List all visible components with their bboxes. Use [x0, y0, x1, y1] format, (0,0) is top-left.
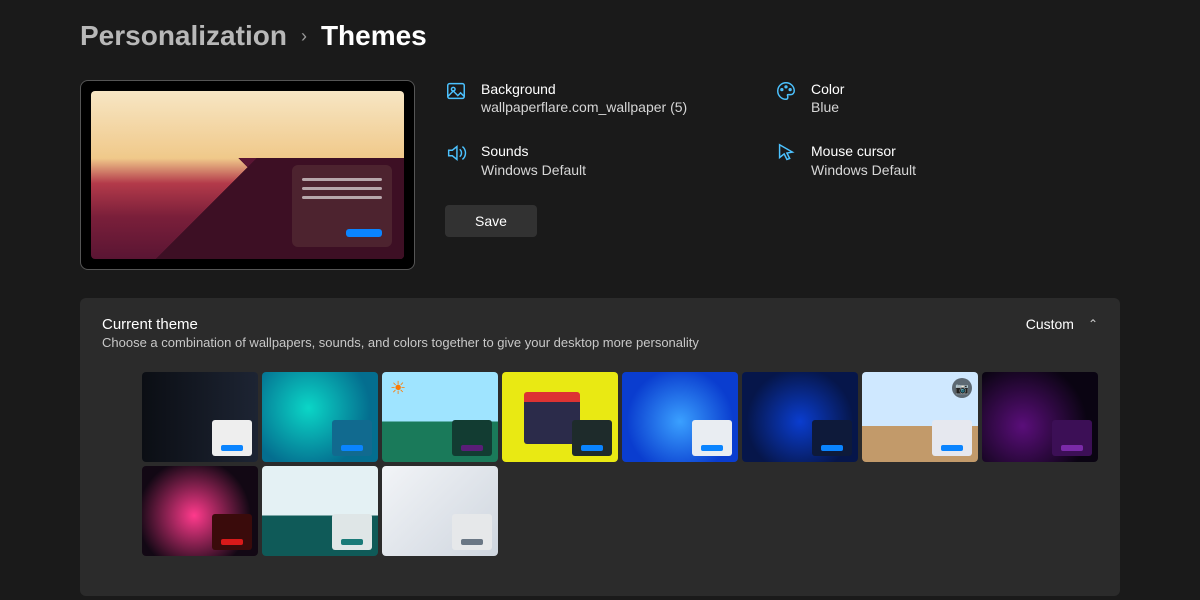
theme-tile[interactable] — [262, 466, 378, 556]
chevron-up-icon: ⌃ — [1088, 317, 1098, 331]
theme-preview — [80, 80, 415, 270]
theme-tile-accent — [461, 445, 483, 451]
chevron-right-icon: › — [301, 26, 307, 47]
property-sounds-title: Sounds — [481, 142, 586, 160]
breadcrumb-current: Themes — [321, 20, 427, 52]
theme-tile-swatch — [332, 514, 372, 550]
theme-tile-accent — [341, 539, 363, 545]
theme-preview-wallpaper — [91, 91, 404, 259]
theme-tile[interactable] — [262, 372, 378, 462]
property-background-value: wallpaperflare.com_wallpaper (5) — [481, 98, 687, 116]
theme-tile-swatch — [932, 420, 972, 456]
theme-tile-accent — [821, 445, 843, 451]
theme-tile-accent — [221, 539, 243, 545]
theme-tile-swatch — [692, 420, 732, 456]
current-theme-heading: Current theme — [102, 316, 699, 333]
theme-tile-swatch — [212, 420, 252, 456]
themes-grid: 📷 — [102, 372, 1098, 556]
theme-tile-swatch — [332, 420, 372, 456]
theme-tile[interactable] — [142, 372, 258, 462]
theme-tile[interactable]: 📷 — [862, 372, 978, 462]
property-color-value: Blue — [811, 98, 844, 116]
theme-tile-accent — [941, 445, 963, 451]
theme-tile[interactable] — [382, 466, 498, 556]
theme-tile-swatch — [452, 514, 492, 550]
picture-icon — [445, 80, 467, 102]
breadcrumb: Personalization › Themes — [80, 20, 1120, 52]
theme-tile-swatch — [572, 420, 612, 456]
theme-tile[interactable] — [742, 372, 858, 462]
save-button[interactable]: Save — [445, 205, 537, 237]
theme-tile-accent — [1061, 445, 1083, 451]
theme-tile[interactable] — [622, 372, 738, 462]
theme-tile[interactable] — [382, 372, 498, 462]
theme-tile-accent — [581, 445, 603, 451]
theme-tile-accent — [461, 539, 483, 545]
property-background-title: Background — [481, 80, 687, 98]
cursor-icon — [775, 142, 797, 164]
current-theme-subheading: Choose a combination of wallpapers, soun… — [102, 335, 699, 350]
current-theme-status: Custom — [1026, 316, 1074, 332]
property-sounds[interactable]: Sounds Windows Default — [445, 142, 745, 178]
property-sounds-value: Windows Default — [481, 161, 586, 179]
theme-tile[interactable] — [142, 466, 258, 556]
theme-tile-accent — [221, 445, 243, 451]
property-background[interactable]: Background wallpaperflare.com_wallpaper … — [445, 80, 745, 116]
current-theme-card: Current theme Choose a combination of wa… — [80, 298, 1120, 596]
palette-icon — [775, 80, 797, 102]
property-color[interactable]: Color Blue — [775, 80, 1035, 116]
theme-tile-accent — [341, 445, 363, 451]
property-cursor[interactable]: Mouse cursor Windows Default — [775, 142, 1035, 178]
theme-tile-swatch — [452, 420, 492, 456]
theme-tile-swatch — [812, 420, 852, 456]
theme-tile[interactable] — [502, 372, 618, 462]
camera-icon: 📷 — [952, 378, 972, 398]
speaker-icon — [445, 142, 467, 164]
theme-tile-accent — [701, 445, 723, 451]
theme-preview-accent — [346, 229, 382, 237]
current-theme-expander[interactable]: Custom ⌃ — [1026, 316, 1098, 332]
theme-tile-swatch — [1052, 420, 1092, 456]
property-cursor-value: Windows Default — [811, 161, 916, 179]
theme-tile-swatch — [212, 514, 252, 550]
breadcrumb-parent[interactable]: Personalization — [80, 20, 287, 52]
theme-preview-window — [292, 165, 392, 247]
theme-tile[interactable] — [982, 372, 1098, 462]
property-cursor-title: Mouse cursor — [811, 142, 916, 160]
property-color-title: Color — [811, 80, 844, 98]
